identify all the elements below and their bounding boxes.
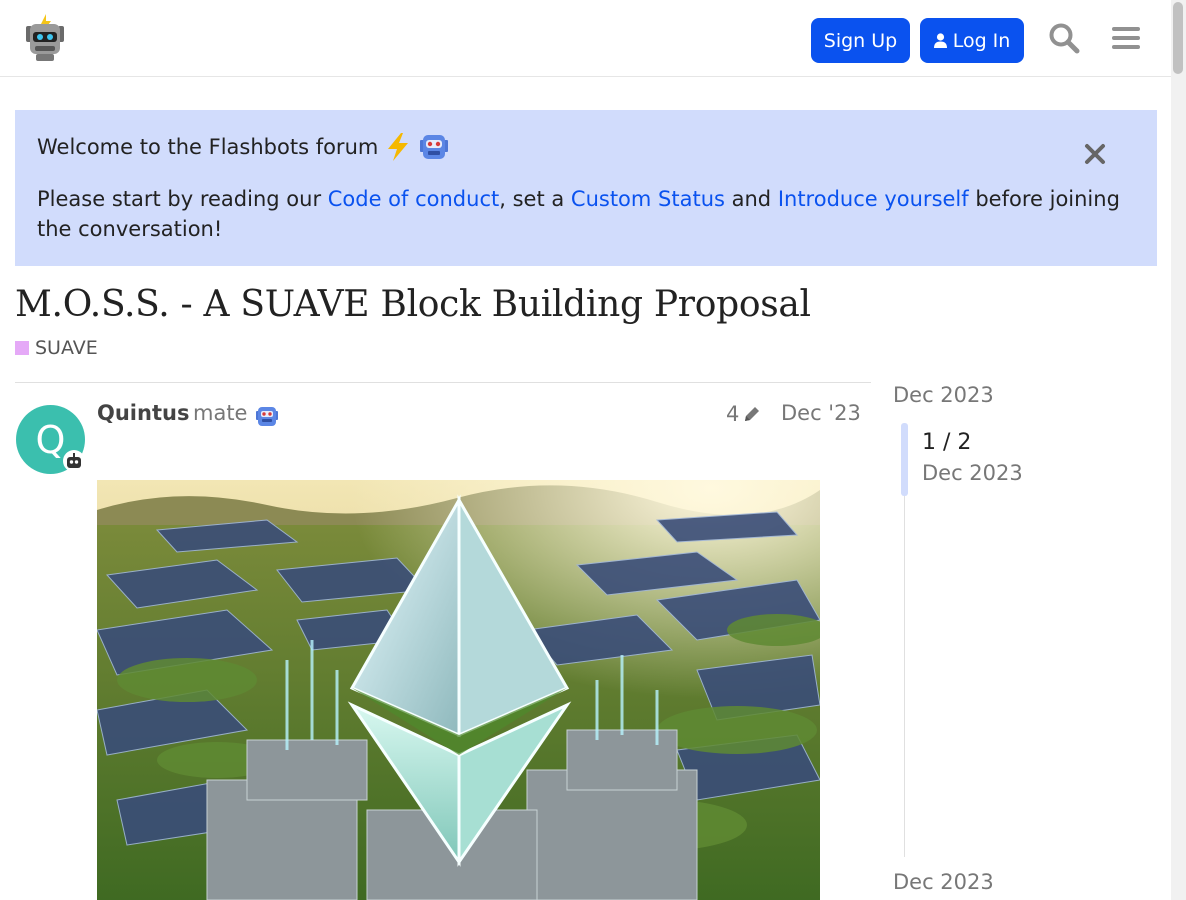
timeline-scroll-handle[interactable] [901,423,908,496]
banner-text-mid2: and [724,187,778,211]
banner-title: Welcome to the Flashbots forum [37,132,450,162]
sign-up-label: Sign Up [823,29,898,52]
scrollbar-thumb[interactable] [1173,2,1183,74]
category-color-swatch [15,341,29,355]
page-title[interactable]: M.O.S.S. - A SUAVE Block Building Propos… [15,284,811,325]
robot-flair-icon [63,450,85,472]
banner-text-mid1: , set a [499,187,571,211]
code-of-conduct-link[interactable]: Code of conduct [328,187,499,211]
timeline-current-date: Dec 2023 [922,461,1023,485]
flashbots-robot-logo[interactable] [22,12,68,62]
timeline-end-date[interactable]: Dec 2023 [893,870,994,894]
poster-username[interactable]: Quintus [97,401,189,425]
log-in-label: Log In [952,29,1011,52]
timeline-start-date[interactable]: Dec 2023 [893,383,994,407]
log-in-button[interactable]: Log In [920,18,1024,63]
banner-title-text: Welcome to the Flashbots forum [37,135,379,159]
ethereum-solar-landscape-image [97,480,820,900]
page-scrollbar[interactable] [1171,0,1186,900]
post-date[interactable]: Dec '23 [781,401,861,425]
hamburger-menu-icon[interactable] [1108,20,1144,56]
welcome-banner: Welcome to the Flashbots forum Please st… [15,110,1157,266]
site-header: Sign Up Log In [0,0,1171,77]
pencil-icon [745,407,760,421]
robot-icon [256,407,278,426]
user-icon [933,33,947,48]
edit-history-button[interactable]: 4 [726,402,762,426]
lightning-icon [388,133,409,161]
custom-status-link[interactable]: Custom Status [571,187,725,211]
avatar-letter: Q [35,417,66,462]
edit-count: 4 [726,402,740,426]
robot-icon [420,135,449,159]
topic-divider [15,382,871,383]
sign-up-button[interactable]: Sign Up [811,18,910,63]
poster-title: mate [193,401,248,425]
post-image[interactable] [97,480,820,900]
banner-text-start: Please start by reading our [37,187,328,211]
category-label: SUAVE [35,337,98,359]
category-badge[interactable]: SUAVE [15,337,98,359]
banner-message: Please start by reading our Code of cond… [37,184,1127,244]
close-icon[interactable] [1083,142,1107,166]
timeline-position: 1 / 2 [922,430,972,455]
search-icon[interactable] [1046,20,1082,56]
introduce-yourself-link[interactable]: Introduce yourself [778,187,969,211]
